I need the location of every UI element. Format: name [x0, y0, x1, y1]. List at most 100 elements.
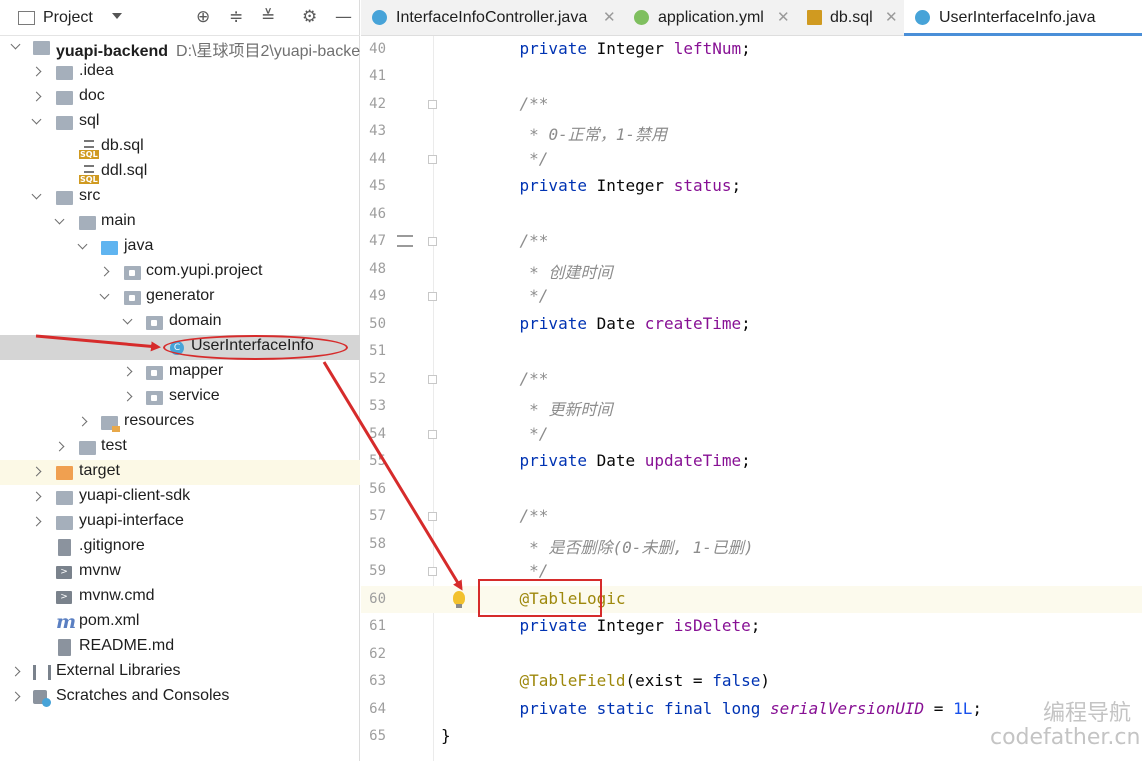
chevron-right-icon[interactable]	[10, 666, 21, 677]
tree-item-ddl-sql[interactable]: SQL ddl.sql	[0, 160, 360, 185]
tree-item-doc[interactable]: doc	[0, 85, 360, 110]
fold-marker-icon[interactable]	[428, 237, 437, 246]
tree-item-main[interactable]: main	[0, 210, 360, 235]
code-line[interactable]: 50 private Date createTime;	[361, 311, 1142, 338]
code-line[interactable]: 55 private Date updateTime;	[361, 448, 1142, 475]
chevron-down-icon[interactable]	[77, 239, 88, 250]
tree-item-db-sql[interactable]: SQL db.sql	[0, 135, 360, 160]
code-line[interactable]: 51	[361, 338, 1142, 365]
fold-marker-icon[interactable]	[428, 100, 437, 109]
view-dropdown-chevron-icon[interactable]	[112, 13, 122, 19]
tree-item-readme-md[interactable]: README.md	[0, 635, 360, 660]
code-line[interactable]: 49 */	[361, 283, 1142, 310]
chevron-right-icon[interactable]	[31, 66, 42, 77]
tree-item-domain[interactable]: domain	[0, 310, 360, 335]
code-line[interactable]: 46	[361, 201, 1142, 228]
fold-marker-icon[interactable]	[428, 430, 437, 439]
tree-item-yuapi-interface[interactable]: yuapi-interface	[0, 510, 360, 535]
tree-item-resources[interactable]: resources	[0, 410, 360, 435]
chevron-right-icon[interactable]	[99, 266, 110, 277]
project-panel-title[interactable]: Project	[43, 9, 93, 27]
tree-item-src[interactable]: src	[0, 185, 360, 210]
tree-item-mvnw[interactable]: > mvnw	[0, 560, 360, 585]
chevron-down-icon[interactable]	[10, 39, 21, 50]
fold-marker-icon[interactable]	[428, 292, 437, 301]
close-tab-icon[interactable]: ✕	[603, 8, 616, 26]
tree-item-mapper[interactable]: mapper	[0, 360, 360, 385]
tree-item-yuapi-backend[interactable]: yuapi-backend D:\星球项目2\yuapi-backe	[0, 35, 360, 60]
code-line[interactable]: 58 * 是否删除(0-未删, 1-已删)	[361, 531, 1142, 558]
tab-db-sql[interactable]: db.sql ✕	[796, 0, 904, 36]
chevron-right-icon[interactable]	[122, 391, 133, 402]
module-folder-icon	[56, 516, 73, 530]
code-line[interactable]: 43 * 0-正常，1-禁用	[361, 118, 1142, 145]
tree-item-idea[interactable]: .idea	[0, 60, 360, 85]
tree-item-target[interactable]: target	[0, 460, 360, 485]
chevron-right-icon[interactable]	[54, 441, 65, 452]
code-line[interactable]: 44 */	[361, 146, 1142, 173]
folder-icon	[79, 216, 96, 230]
tree-item-test[interactable]: test	[0, 435, 360, 460]
code-line[interactable]: 48 * 创建时间	[361, 256, 1142, 283]
close-tab-icon[interactable]: ✕	[777, 8, 790, 26]
line-number: 45	[369, 178, 386, 194]
code-line[interactable]: 42 /**	[361, 91, 1142, 118]
code-line[interactable]: 47 /**	[361, 228, 1142, 255]
code-line[interactable]: 45 private Integer status;	[361, 173, 1142, 200]
tree-item-yuapi-client-sdk[interactable]: yuapi-client-sdk	[0, 485, 360, 510]
chevron-down-icon[interactable]	[122, 314, 133, 325]
code-line[interactable]: 40 private Integer leftNum;	[361, 36, 1142, 63]
code-line[interactable]: 64 private static final long serialVersi…	[361, 696, 1142, 723]
tree-item-generator[interactable]: generator	[0, 285, 360, 310]
chevron-right-icon[interactable]	[10, 691, 21, 702]
project-view-icon[interactable]	[18, 11, 35, 25]
code-line[interactable]: 56	[361, 476, 1142, 503]
tree-item-external-libraries[interactable]: External Libraries	[0, 660, 360, 685]
code-line[interactable]: 52 /**	[361, 366, 1142, 393]
fold-marker-icon[interactable]	[428, 155, 437, 164]
tree-item-pom-xml[interactable]: m pom.xml	[0, 610, 360, 635]
tree-item-scratches-and-consoles[interactable]: Scratches and Consoles	[0, 685, 360, 710]
fold-marker-icon[interactable]	[428, 375, 437, 384]
chevron-right-icon[interactable]	[31, 91, 42, 102]
settings-gear-icon[interactable]: ⚙	[302, 8, 317, 26]
fold-marker-icon[interactable]	[428, 512, 437, 521]
tree-item-service[interactable]: service	[0, 385, 360, 410]
tab-application-yml[interactable]: application.yml ✕	[623, 0, 796, 36]
chevron-right-icon[interactable]	[122, 366, 133, 377]
code-editor[interactable]: 40 private Integer leftNum; 41 42 /** 43…	[361, 36, 1142, 761]
chevron-right-icon[interactable]	[31, 491, 42, 502]
folder-icon	[56, 66, 73, 80]
code-line[interactable]: 54 */	[361, 421, 1142, 448]
chevron-down-icon[interactable]	[54, 214, 65, 225]
resources-folder-icon	[101, 416, 120, 432]
tree-item-label: yuapi-backend D:\星球项目2\yuapi-backe	[56, 37, 360, 61]
tab-interfaceinfocontroller[interactable]: InterfaceInfoController.java ✕	[361, 0, 623, 36]
chevron-right-icon[interactable]	[77, 416, 88, 427]
doc-render-icon[interactable]	[397, 235, 413, 247]
tree-item-com-yupi-project[interactable]: com.yupi.project	[0, 260, 360, 285]
tab-userinterfaceinfo[interactable]: UserInterfaceInfo.java	[904, 0, 1142, 36]
chevron-right-icon[interactable]	[31, 466, 42, 477]
tree-item-sql[interactable]: sql	[0, 110, 360, 135]
code-line[interactable]: 53 * 更新时间	[361, 393, 1142, 420]
code-line[interactable]: 63 @TableField(exist = false)	[361, 668, 1142, 695]
code-line[interactable]: 62	[361, 641, 1142, 668]
intention-bulb-icon[interactable]	[453, 591, 465, 608]
tree-item-mvnw-cmd[interactable]: > mvnw.cmd	[0, 585, 360, 610]
tree-item-gitignore[interactable]: .gitignore	[0, 535, 360, 560]
hide-panel-icon[interactable]: —	[335, 8, 352, 26]
locate-file-icon[interactable]: ⊕	[196, 8, 210, 26]
chevron-down-icon[interactable]	[31, 114, 42, 125]
fold-marker-icon[interactable]	[428, 567, 437, 576]
close-tab-icon[interactable]: ✕	[885, 8, 898, 26]
chevron-right-icon[interactable]	[31, 516, 42, 527]
code-line[interactable]: 57 /**	[361, 503, 1142, 530]
code-line[interactable]: 41	[361, 63, 1142, 90]
collapse-all-icon[interactable]: ≚	[261, 8, 275, 26]
expand-all-icon[interactable]: ≑	[229, 8, 243, 26]
code-line[interactable]: 61 private Integer isDelete;	[361, 613, 1142, 640]
chevron-down-icon[interactable]	[99, 289, 110, 300]
tree-item-java[interactable]: java	[0, 235, 360, 260]
chevron-down-icon[interactable]	[31, 189, 42, 200]
